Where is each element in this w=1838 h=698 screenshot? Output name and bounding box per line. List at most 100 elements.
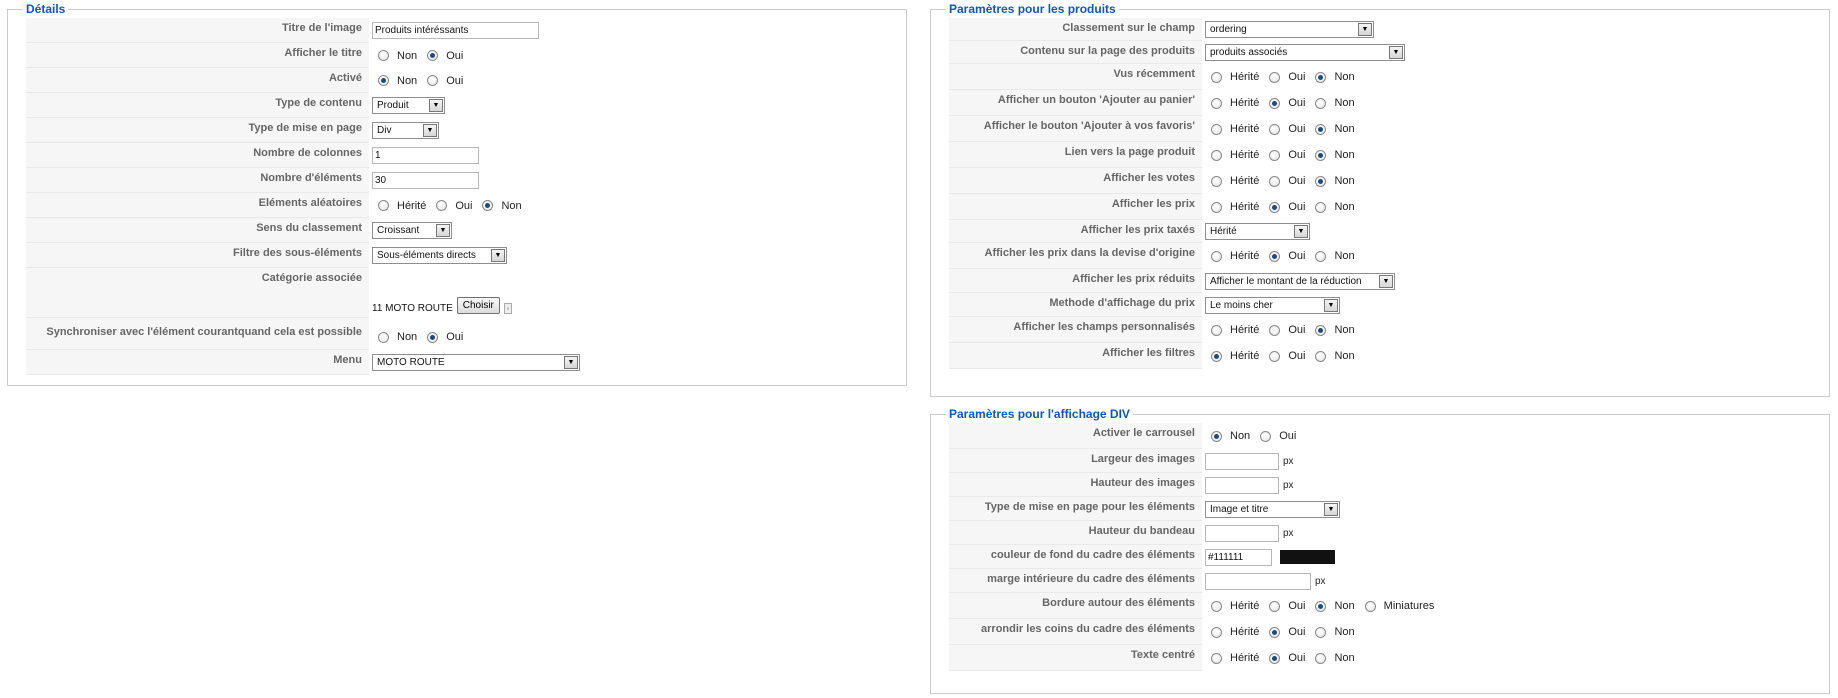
radio-herite[interactable] <box>1211 350 1222 362</box>
label-hauteur-images: Hauteur des images <box>949 473 1202 497</box>
radio-non[interactable] <box>1315 626 1327 638</box>
classement-champ-value: ordering <box>1210 24 1247 35</box>
radio-non[interactable] <box>1315 123 1327 135</box>
radio-oui[interactable] <box>1269 652 1281 664</box>
radio-herite[interactable] <box>1211 123 1222 135</box>
prix-reduits-select[interactable]: Afficher le montant de la réduction ▼ <box>1205 272 1395 290</box>
radio-non[interactable] <box>1315 175 1327 187</box>
radio-label: Non <box>1334 123 1355 135</box>
radio-non[interactable] <box>378 331 389 343</box>
row-filtres: Afficher les filtres Hérité Oui Non <box>949 343 1815 369</box>
radio-non[interactable] <box>378 50 389 61</box>
radio-oui[interactable] <box>1269 350 1281 362</box>
radio-label: Non <box>501 199 522 212</box>
radio-oui[interactable] <box>427 331 439 343</box>
radio-herite[interactable] <box>1211 324 1222 336</box>
radio-herite[interactable] <box>1211 201 1222 213</box>
hauteur-bandeau-unit: px <box>1283 527 1294 539</box>
color-swatch[interactable] <box>1280 550 1335 564</box>
radio-non[interactable] <box>378 75 389 86</box>
radio-non[interactable] <box>1315 149 1327 161</box>
link-icon[interactable]: ◦ <box>503 303 512 314</box>
label-afficher-votes: Afficher les votes <box>949 168 1202 194</box>
titre-image-input[interactable]: Produits intéréssants <box>372 22 539 39</box>
radio-label: Non <box>1334 201 1355 213</box>
nb-colonnes-input[interactable]: 1 <box>372 147 479 164</box>
radio-non[interactable] <box>1211 430 1222 442</box>
radio-oui[interactable] <box>1269 175 1281 187</box>
prix-taxes-value: Hérité <box>1210 226 1237 237</box>
label-categorie-associee: Catégorie associée <box>26 268 369 318</box>
row-largeur-images: Largeur des images px <box>949 449 1815 473</box>
contenu-page-select[interactable]: produits associés ▼ <box>1205 44 1405 61</box>
radio-herite[interactable] <box>1211 600 1222 612</box>
texte-centre-radios: Hérité Oui Non <box>1202 645 1358 671</box>
radio-oui[interactable] <box>427 50 439 61</box>
radio-oui[interactable] <box>1260 430 1272 442</box>
classement-champ-select[interactable]: ordering ▼ <box>1205 21 1374 38</box>
radio-label: Oui <box>446 74 464 87</box>
largeur-images-input[interactable] <box>1205 452 1279 470</box>
radio-oui[interactable] <box>1269 250 1281 262</box>
radio-label: Hérité <box>1230 626 1260 638</box>
radio-label: Hérité <box>1230 97 1260 109</box>
nb-elements-input[interactable]: 30 <box>372 172 479 189</box>
label-prix-reduits: Afficher les prix réduits <box>949 269 1202 293</box>
label-carrousel: Activer le carrousel <box>949 423 1202 449</box>
radio-herite[interactable] <box>378 200 389 211</box>
choisir-button[interactable]: Choisir <box>456 297 500 314</box>
bouton-panier-radios: Hérité Oui Non <box>1202 90 1358 116</box>
radio-non[interactable] <box>1315 250 1327 262</box>
radio-non[interactable] <box>1315 71 1327 83</box>
radio-oui[interactable] <box>1269 123 1281 135</box>
hauteur-bandeau-input[interactable] <box>1205 524 1279 542</box>
radio-non[interactable] <box>1315 350 1327 362</box>
radio-herite[interactable] <box>1211 175 1222 187</box>
label-menu: Menu <box>26 350 369 375</box>
radio-label: Hérité <box>1230 600 1260 612</box>
radio-non[interactable] <box>1315 600 1327 612</box>
prix-taxes-select[interactable]: Hérité ▼ <box>1205 223 1310 240</box>
menu-select[interactable]: MOTO ROUTE ▼ <box>372 354 580 371</box>
radio-label: Non <box>397 331 418 343</box>
largeur-images-unit: px <box>1283 455 1294 467</box>
filtre-sous-elements-select[interactable]: Sous-éléments directs ▼ <box>372 247 507 264</box>
radio-oui[interactable] <box>1269 97 1281 109</box>
radio-oui[interactable] <box>1269 600 1281 612</box>
radio-herite[interactable] <box>1211 97 1222 109</box>
radio-oui[interactable] <box>1269 201 1281 213</box>
radio-label: Oui <box>1288 324 1306 336</box>
radio-oui[interactable] <box>1269 324 1281 336</box>
sens-classement-select[interactable]: Croissant ▼ <box>372 222 452 239</box>
radio-oui[interactable] <box>1269 149 1281 161</box>
hauteur-images-input[interactable] <box>1205 476 1279 494</box>
vus-recemment-radios: Hérité Oui Non <box>1202 64 1358 90</box>
type-mise-en-page-select[interactable]: Div ▼ <box>372 122 439 139</box>
filtre-sous-elements-value: Sous-éléments directs <box>377 250 476 261</box>
radio-miniatures[interactable] <box>1364 600 1376 612</box>
radio-oui[interactable] <box>436 200 448 211</box>
radio-non[interactable] <box>1315 324 1327 336</box>
radio-herite[interactable] <box>1211 71 1222 83</box>
radio-herite[interactable] <box>1211 250 1222 262</box>
radio-herite[interactable] <box>1211 626 1222 638</box>
couleur-fond-input[interactable]: #111111 <box>1205 548 1272 566</box>
type-contenu-select[interactable]: Produit ▼ <box>372 97 445 114</box>
radio-non[interactable] <box>1315 652 1327 664</box>
radio-label: Oui <box>1288 149 1306 161</box>
radio-label: Non <box>397 74 418 87</box>
radio-non[interactable] <box>1315 201 1327 213</box>
radio-non[interactable] <box>1315 97 1327 109</box>
sens-classement-value: Croissant <box>377 225 420 236</box>
radio-herite[interactable] <box>1211 149 1222 161</box>
label-contenu-page: Contenu sur la page des produits <box>949 41 1202 64</box>
radio-oui[interactable] <box>1269 626 1281 638</box>
radio-non[interactable] <box>482 200 494 211</box>
type-mise-en-page-elements-select[interactable]: Image et titre ▼ <box>1205 500 1340 518</box>
radio-herite[interactable] <box>1211 652 1222 664</box>
radio-oui[interactable] <box>1269 71 1281 83</box>
methode-prix-select[interactable]: Le moins cher ▼ <box>1205 296 1340 314</box>
marge-interieure-input[interactable] <box>1205 572 1311 590</box>
radio-oui[interactable] <box>427 75 439 86</box>
label-filtre-sous-elements: Filtre des sous-éléments <box>26 243 369 268</box>
